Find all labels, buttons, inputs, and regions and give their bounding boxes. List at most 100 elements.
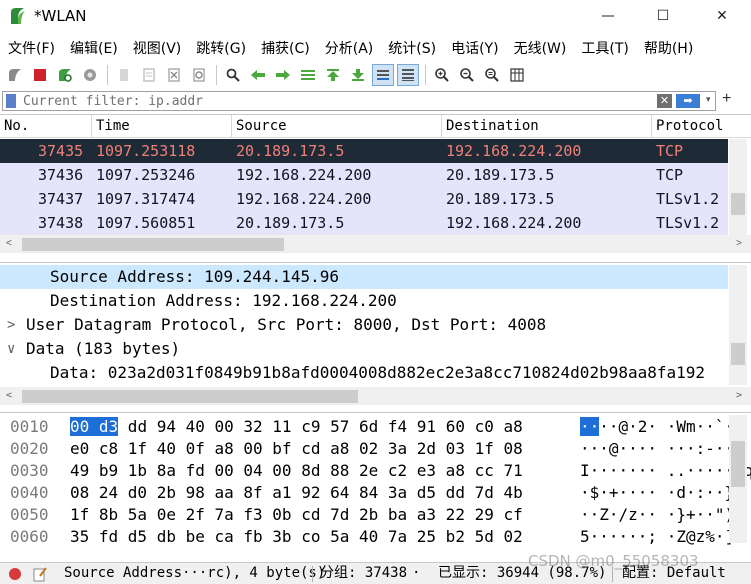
expert-info-icon[interactable] — [8, 567, 22, 581]
go-last-icon[interactable] — [347, 64, 369, 86]
menu-capture[interactable]: 捕获(C) — [253, 38, 317, 58]
byte-hex: 08 24 d0 2b 98 aa 8f a1 92 64 84 3a d5 d… — [70, 483, 523, 502]
column-header-source[interactable]: Source — [232, 115, 442, 138]
menu-view[interactable]: 视图(V) — [125, 38, 189, 58]
display-filter-input[interactable]: Current filter: ip.addr ✕ ➡ ▾ — [2, 91, 716, 111]
packet-list: No. Time Source Destination Protocol 374… — [0, 114, 751, 257]
packet-row[interactable]: 37437 1097.317474 192.168.224.200 20.189… — [0, 187, 728, 211]
detail-row[interactable]: Data: 023a2d031f0849b91b8afd0004008d882e… — [0, 361, 728, 385]
restart-capture-icon[interactable] — [54, 64, 76, 86]
filter-bookmark-icon[interactable] — [6, 94, 16, 108]
menu-wireless[interactable]: 无线(W) — [506, 38, 574, 58]
filter-history-dropdown-icon[interactable]: ▾ — [706, 94, 711, 105]
column-header-destination[interactable]: Destination — [442, 115, 652, 138]
column-header-no[interactable]: No. — [0, 115, 92, 138]
edit-comment-icon[interactable] — [32, 566, 48, 582]
add-filter-button-icon[interactable]: + — [722, 90, 731, 108]
expand-chevron-icon[interactable]: > — [7, 313, 15, 337]
packet-time: 1097.253118 — [96, 142, 196, 160]
byte-ascii: I······· ..······q — [580, 461, 751, 480]
resize-columns-icon[interactable] — [506, 64, 528, 86]
byte-offset: 0040 — [10, 483, 49, 502]
detail-row[interactable]: Source Address: 109.244.145.96 — [0, 265, 728, 289]
find-packet-icon[interactable] — [222, 64, 244, 86]
packet-row[interactable]: 37438 1097.560851 20.189.173.5 192.168.2… — [0, 211, 728, 235]
display-filter-bar: Current filter: ip.addr ✕ ➡ ▾ + — [0, 90, 751, 112]
detail-row[interactable]: > User Datagram Protocol, Src Port: 8000… — [0, 313, 728, 337]
packet-list-header: No. Time Source Destination Protocol — [0, 115, 751, 138]
byte-hex: 49 b9 1b 8a fd 00 04 00 8d 88 2e c2 e3 a… — [70, 461, 523, 480]
packet-protocol: TCP — [656, 142, 684, 160]
status-packets: 分组: 37438 — [320, 565, 408, 581]
save-file-icon[interactable] — [138, 64, 160, 86]
bytes-row[interactable]: 0040 08 24 d0 2b 98 aa 8f a1 92 64 84 3a… — [0, 482, 751, 504]
packet-list-horizontal-scrollbar[interactable]: < > — [0, 235, 751, 253]
menu-edit[interactable]: 编辑(E) — [62, 38, 125, 58]
packet-no: 37437 — [38, 190, 84, 208]
column-header-protocol[interactable]: Protocol — [652, 115, 751, 138]
byte-offset: 0060 — [10, 527, 49, 546]
go-to-packet-icon[interactable] — [297, 64, 319, 86]
scrollbar-thumb[interactable] — [731, 441, 745, 487]
capture-options-icon[interactable] — [79, 64, 101, 86]
packet-list-vertical-scrollbar[interactable] — [729, 139, 747, 235]
byte-ascii: ···@···· ···:-··· — [580, 439, 744, 458]
zoom-in-icon[interactable] — [431, 64, 453, 86]
stop-capture-icon[interactable] — [29, 64, 51, 86]
minimize-button[interactable]: — — [585, 0, 631, 32]
scrollbar-thumb[interactable] — [22, 390, 358, 403]
menu-tools[interactable]: 工具(T) — [573, 38, 635, 58]
zoom-out-icon[interactable] — [456, 64, 478, 86]
details-horizontal-scrollbar[interactable]: < > — [0, 387, 751, 405]
go-forward-icon[interactable] — [272, 64, 294, 86]
scrollbar-thumb[interactable] — [22, 238, 284, 251]
scroll-left-icon[interactable]: < — [6, 238, 12, 249]
details-vertical-scrollbar[interactable] — [729, 265, 747, 385]
clear-filter-icon[interactable]: ✕ — [657, 94, 672, 108]
zoom-normal-icon[interactable] — [481, 64, 503, 86]
reload-file-icon[interactable] — [188, 64, 210, 86]
menu-help[interactable]: 帮助(H) — [636, 38, 700, 58]
bytes-vertical-scrollbar[interactable] — [729, 415, 747, 543]
byte-hex: 00 d3 dd 94 40 00 32 11 c9 57 6d f4 91 6… — [70, 416, 523, 438]
maximize-button[interactable]: ☐ — [640, 0, 686, 32]
packet-source: 20.189.173.5 — [236, 214, 345, 232]
colorize-icon[interactable] — [397, 64, 419, 86]
scroll-right-icon[interactable]: > — [736, 238, 742, 249]
bytes-row[interactable]: 0050 1f 8b 5a 0e 2f 7a f3 0b cd 7d 2b ba… — [0, 504, 751, 526]
bytes-row[interactable]: 0020 e0 c8 1f 40 0f a8 00 bf cd a8 02 3a… — [0, 438, 751, 460]
scrollbar-thumb[interactable] — [731, 343, 745, 365]
toolbar-separator — [425, 65, 426, 85]
packet-row[interactable]: 37435 1097.253118 20.189.173.5 192.168.2… — [0, 139, 728, 163]
autoscroll-icon[interactable] — [372, 64, 394, 86]
detail-text: Data: 023a2d031f0849b91b8afd0004008d882e… — [50, 363, 706, 382]
packet-row[interactable]: 37436 1097.253246 192.168.224.200 20.189… — [0, 163, 728, 187]
scroll-right-icon[interactable]: > — [736, 390, 742, 401]
collapse-chevron-icon[interactable]: ∨ — [7, 337, 15, 361]
menu-telephony[interactable]: 电话(Y) — [443, 38, 505, 58]
byte-offset: 0020 — [10, 439, 49, 458]
detail-text: Source Address: 109.244.145.96 — [50, 267, 339, 286]
bytes-row[interactable]: 0010 00 d3 dd 94 40 00 32 11 c9 57 6d f4… — [0, 416, 751, 438]
go-back-icon[interactable] — [247, 64, 269, 86]
close-button[interactable]: ✕ — [699, 0, 745, 32]
bytes-row[interactable]: 0030 49 b9 1b 8a fd 00 04 00 8d 88 2e c2… — [0, 460, 751, 482]
menu-analyze[interactable]: 分析(A) — [317, 38, 381, 58]
menu-statistics[interactable]: 统计(S) — [380, 38, 443, 58]
status-displayed-separator: · — [412, 565, 421, 581]
window-title: *WLAN — [34, 7, 87, 25]
go-first-icon[interactable] — [322, 64, 344, 86]
column-header-time[interactable]: Time — [92, 115, 232, 138]
shark-fin-start-icon[interactable] — [4, 64, 26, 86]
menu-go[interactable]: 跳转(G) — [188, 38, 253, 58]
wireshark-app-icon — [11, 8, 25, 24]
apply-filter-icon[interactable]: ➡ — [676, 94, 700, 108]
detail-row[interactable]: Destination Address: 192.168.224.200 — [0, 289, 728, 313]
scroll-left-icon[interactable]: < — [6, 390, 12, 401]
bytes-row[interactable]: 0060 35 fd d5 db be ca fb 3b co 5a 40 7a… — [0, 526, 751, 548]
menu-file[interactable]: 文件(F) — [0, 38, 62, 58]
scrollbar-thumb[interactable] — [731, 193, 745, 215]
detail-row[interactable]: ∨ Data (183 bytes) — [0, 337, 728, 361]
open-file-icon[interactable] — [113, 64, 135, 86]
close-file-icon[interactable] — [163, 64, 185, 86]
